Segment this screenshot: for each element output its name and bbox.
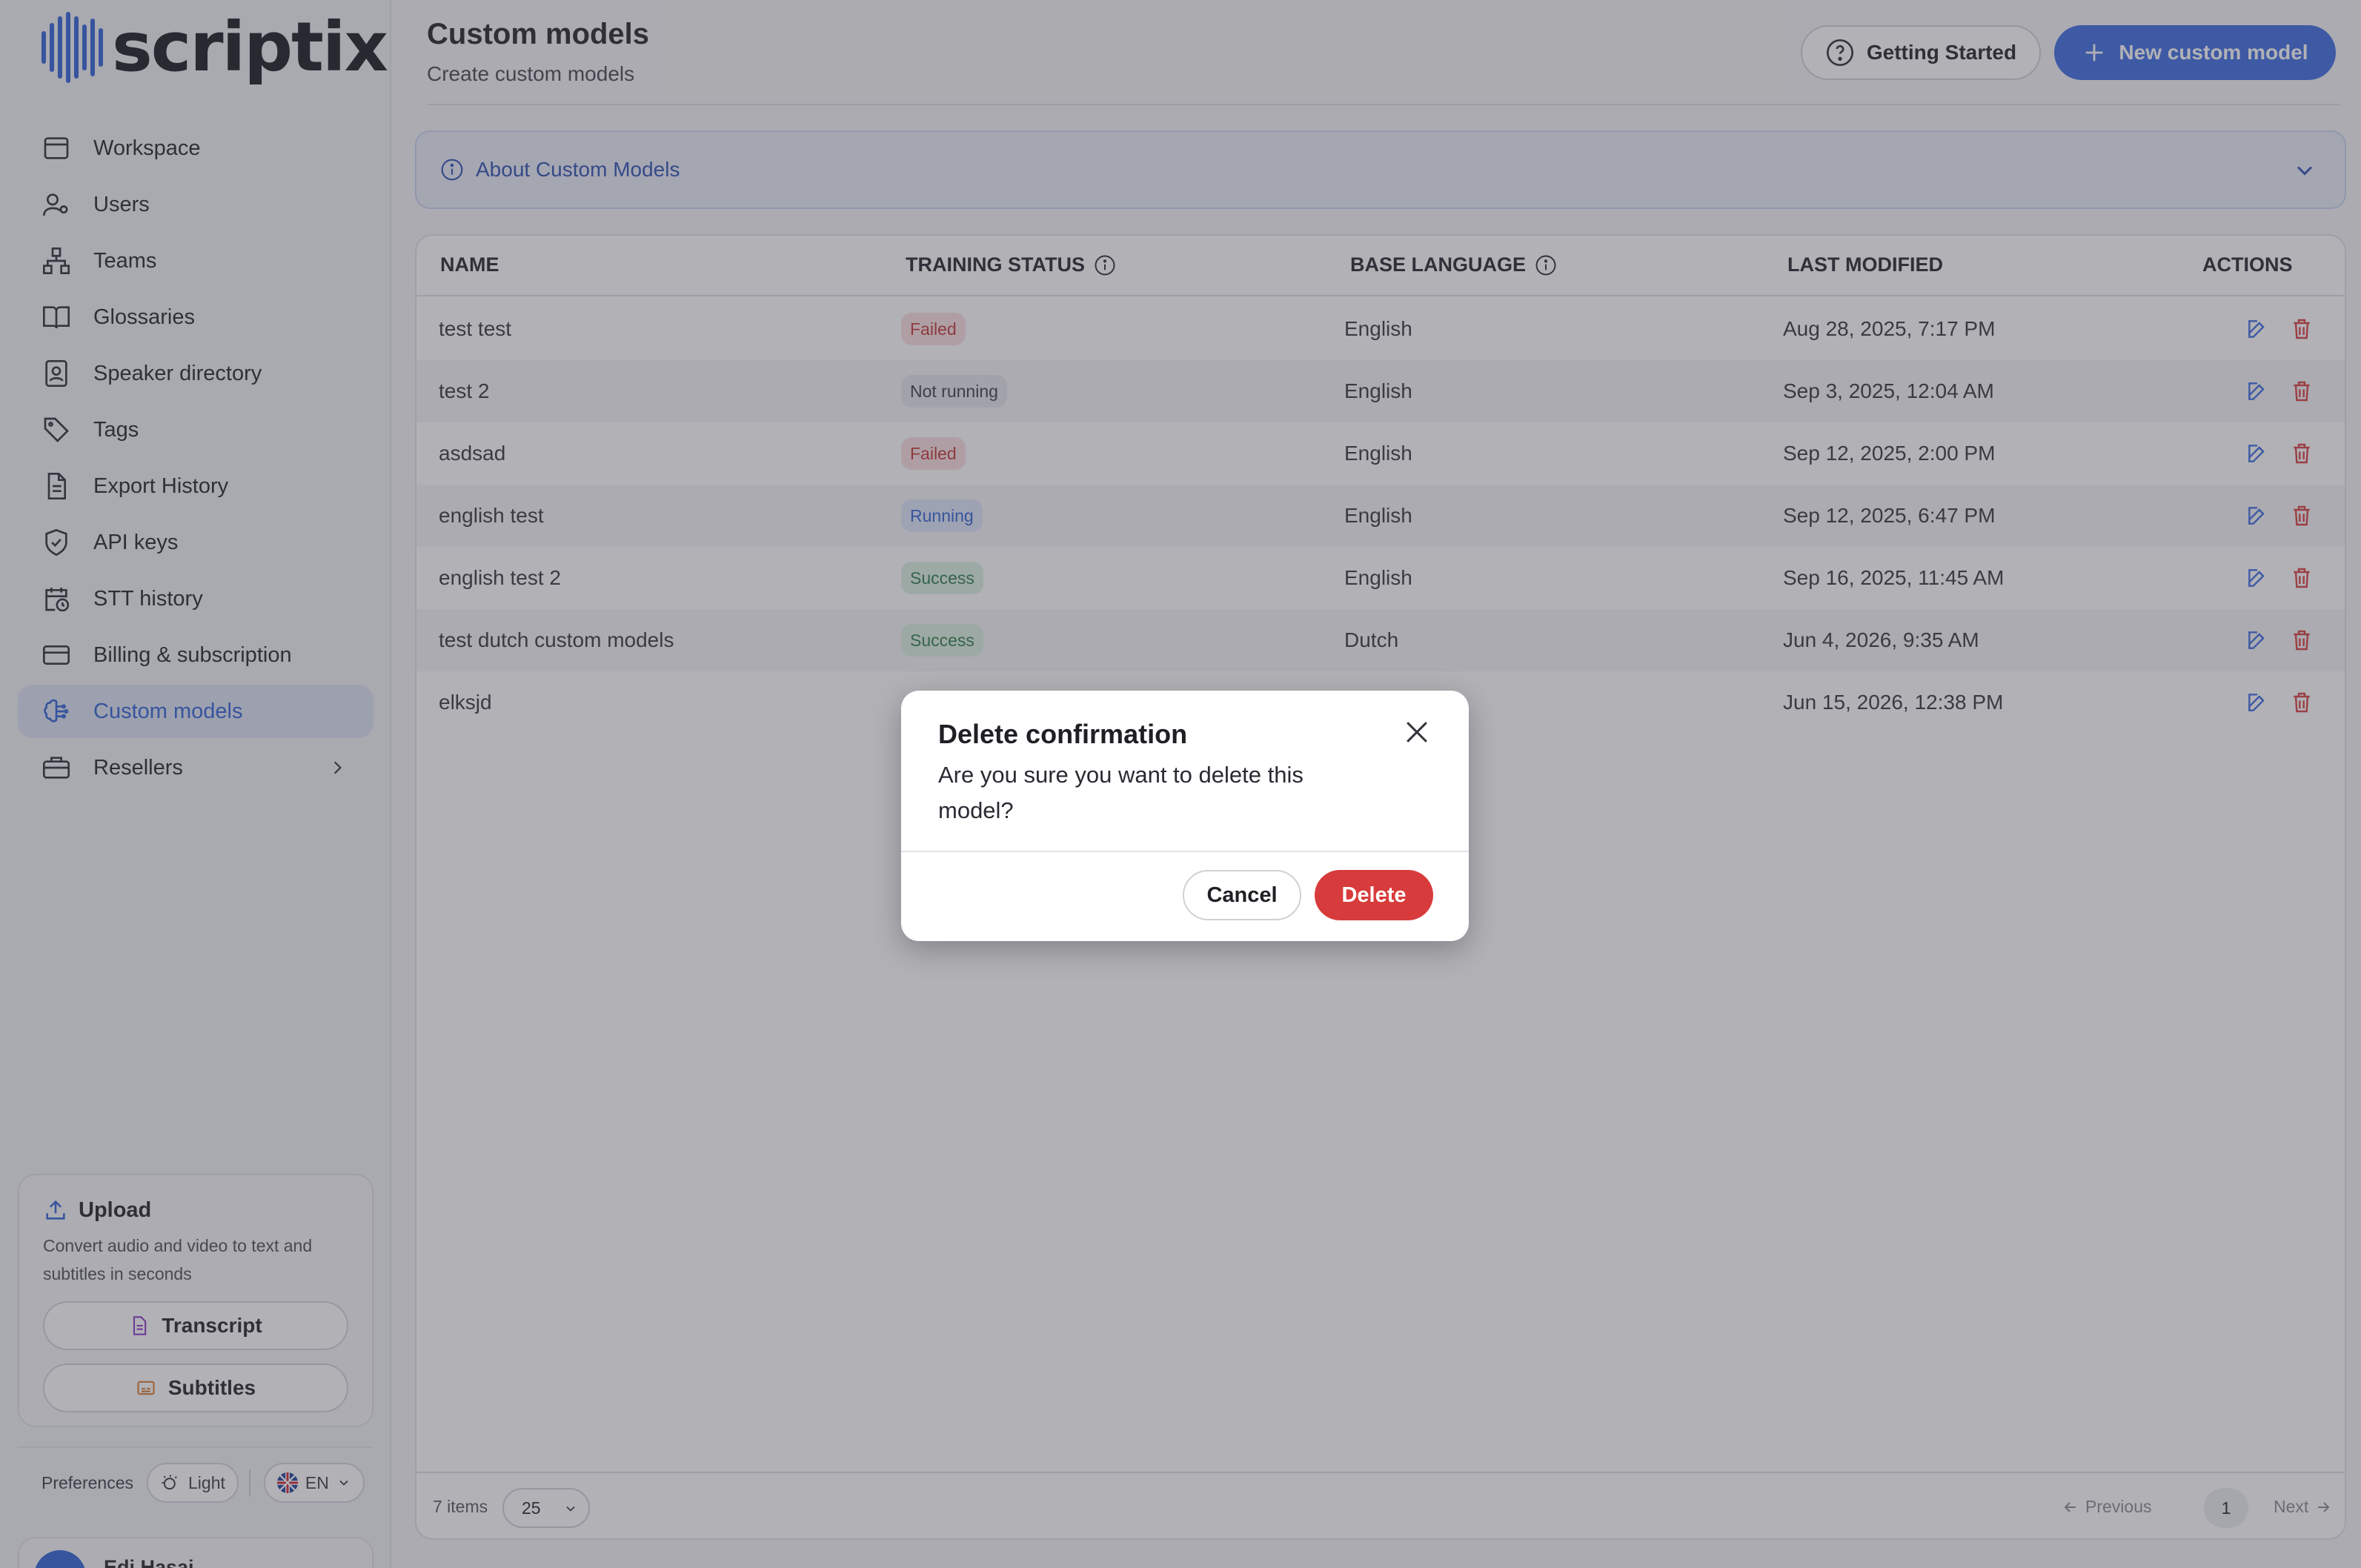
close-icon[interactable] [1401, 716, 1433, 748]
dialog-divider [901, 851, 1469, 852]
delete-button[interactable]: Delete [1315, 870, 1433, 920]
dialog-message: Are you sure you want to delete this mod… [938, 762, 1304, 823]
cancel-button[interactable]: Cancel [1183, 870, 1301, 920]
dialog-title: Delete confirmation [938, 719, 1188, 749]
delete-confirmation-dialog: Delete confirmation Are you sure you wan… [901, 691, 1469, 941]
